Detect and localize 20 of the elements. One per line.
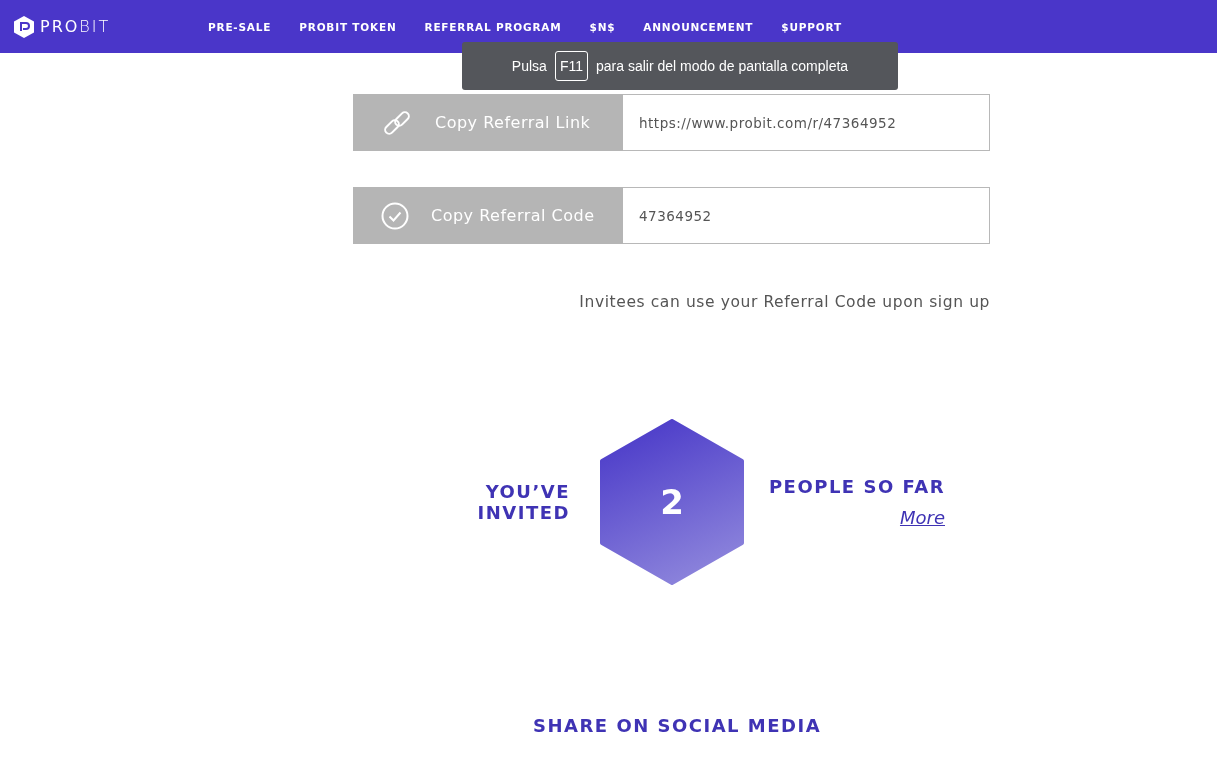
invited-label: PEOPLE SO FAR [768, 476, 945, 497]
invited-label: YOU’VE INVITED [476, 481, 571, 523]
nav-link[interactable]: ANNOUNCEMENT [643, 20, 754, 33]
nav-link[interactable]: PROBIT TOKEN [299, 20, 397, 33]
nav-link[interactable]: PRE-SALE [208, 20, 272, 33]
section-heading: SHARE ON SOCIAL MEDIA [533, 715, 822, 736]
key-label: F11 [554, 51, 588, 81]
logo-text: PROBIT [40, 17, 111, 36]
notice-text: para salir del modo de pantalla completa [596, 58, 849, 74]
invite-count: 2 [660, 482, 684, 522]
nav-link[interactable]: REFERRAL PROGRAM [424, 20, 562, 33]
referral-field[interactable]: 47364952 [623, 187, 990, 244]
check-circle-icon [381, 201, 409, 230]
cube-logo-icon [14, 15, 34, 38]
nav-link[interactable]: $UPPORT [781, 20, 842, 33]
notice-text: Pulsa [511, 58, 547, 74]
hint-text: Invitees can use your Referral Code upon sign up [578, 293, 990, 311]
more-link[interactable]: More [899, 507, 945, 528]
referral-field[interactable]: https://www.probit.com/r/47364952 [623, 94, 990, 151]
nav-link[interactable]: $N$ [589, 20, 616, 33]
